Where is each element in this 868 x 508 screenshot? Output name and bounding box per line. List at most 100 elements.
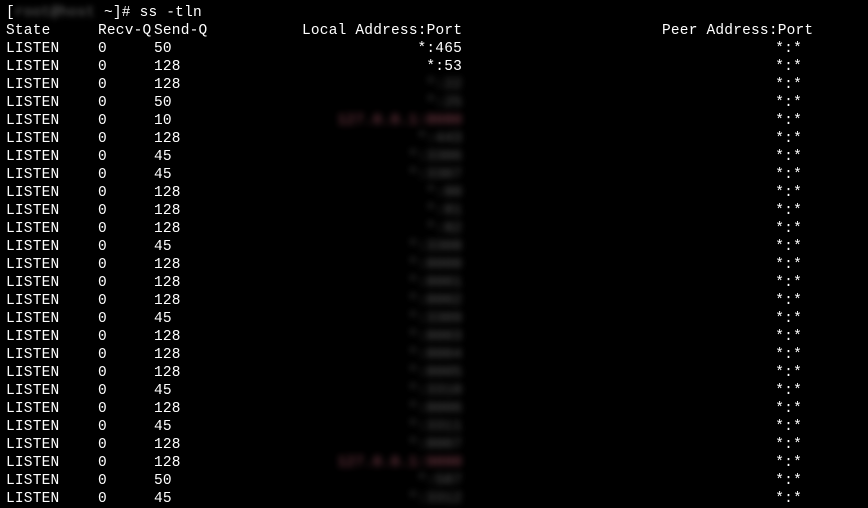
cell-recvq: 0	[98, 184, 154, 202]
cell-sendq: 45	[154, 310, 302, 328]
table-row: LISTEN0128*:81*:*	[6, 202, 862, 220]
cell-peer-address: *:*	[662, 382, 802, 400]
cell-recvq: 0	[98, 202, 154, 220]
cell-recvq: 0	[98, 112, 154, 130]
header-sendq: Send-Q	[154, 22, 302, 40]
cell-recvq: 0	[98, 76, 154, 94]
cell-recvq: 0	[98, 490, 154, 508]
table-row: LISTEN0128*:8000*:*	[6, 256, 862, 274]
cell-state: LISTEN	[6, 76, 98, 94]
cell-state: LISTEN	[6, 292, 98, 310]
cell-sendq: 50	[154, 40, 302, 58]
cell-sendq: 10	[154, 112, 302, 130]
cell-state: LISTEN	[6, 310, 98, 328]
table-row: LISTEN050*:25*:*	[6, 94, 862, 112]
table-row: LISTEN010127.0.0.1:8080 *:*	[6, 112, 862, 130]
cell-sendq: 128	[154, 274, 302, 292]
cell-local-address: *:82	[302, 220, 462, 238]
cell-recvq: 0	[98, 40, 154, 58]
table-row: LISTEN050*:465*:*	[6, 40, 862, 58]
table-row: LISTEN0128*:8007*:*	[6, 436, 862, 454]
cell-state: LISTEN	[6, 202, 98, 220]
cell-local-address: *:8005	[302, 364, 462, 382]
cell-peer-address: *:*	[662, 184, 802, 202]
cell-state: LISTEN	[6, 364, 98, 382]
cell-state: LISTEN	[6, 346, 98, 364]
cell-local-address: *:8002	[302, 292, 462, 310]
cell-state: LISTEN	[6, 94, 98, 112]
table-row: LISTEN045*:3306*:*	[6, 148, 862, 166]
cell-peer-address: *:*	[662, 346, 802, 364]
cell-peer-address: *:*	[662, 220, 802, 238]
cell-local-address: 127.0.0.1:8080	[302, 112, 462, 130]
table-row: LISTEN045*:3312*:*	[6, 490, 862, 508]
cell-state: LISTEN	[6, 274, 98, 292]
header-state: State	[6, 22, 98, 40]
cell-sendq: 128	[154, 400, 302, 418]
cell-peer-address: *:*	[662, 130, 802, 148]
cell-recvq: 0	[98, 436, 154, 454]
cell-recvq: 0	[98, 454, 154, 472]
cell-recvq: 0	[98, 346, 154, 364]
cell-recvq: 0	[98, 58, 154, 76]
cell-state: LISTEN	[6, 472, 98, 490]
cell-peer-address: *:*	[662, 166, 802, 184]
cell-recvq: 0	[98, 166, 154, 184]
cell-sendq: 128	[154, 220, 302, 238]
cell-sendq: 128	[154, 346, 302, 364]
table-row: LISTEN0128*:8006*:*	[6, 400, 862, 418]
cell-local-address: *:8001	[302, 274, 462, 292]
cell-recvq: 0	[98, 148, 154, 166]
cell-local-address: *:3311	[302, 418, 462, 436]
cell-state: LISTEN	[6, 166, 98, 184]
cell-peer-address: *:*	[662, 94, 802, 112]
cell-recvq: 0	[98, 220, 154, 238]
cell-recvq: 0	[98, 256, 154, 274]
cell-sendq: 128	[154, 328, 302, 346]
cell-peer-address: *:*	[662, 148, 802, 166]
cell-sendq: 128	[154, 58, 302, 76]
cell-state: LISTEN	[6, 382, 98, 400]
table-row: LISTEN0128*:82 *:*	[6, 220, 862, 238]
cell-peer-address: *:*	[662, 58, 802, 76]
cell-local-address: *:8003	[302, 328, 462, 346]
cell-recvq: 0	[98, 400, 154, 418]
cell-peer-address: *:*	[662, 112, 802, 130]
cell-state: LISTEN	[6, 238, 98, 256]
cell-sendq: 50	[154, 94, 302, 112]
table-row: LISTEN0128*:8002*:*	[6, 292, 862, 310]
cell-local-address: *:22	[302, 76, 462, 94]
cell-sendq: 50	[154, 472, 302, 490]
cell-recvq: 0	[98, 472, 154, 490]
cell-state: LISTEN	[6, 130, 98, 148]
cell-local-address: *:8006	[302, 400, 462, 418]
cell-peer-address: *:*	[662, 400, 802, 418]
prompt-symbol: ]#	[113, 5, 131, 21]
cell-recvq: 0	[98, 310, 154, 328]
cell-local-address: *:3308	[302, 238, 462, 256]
cell-local-address: *:81	[302, 202, 462, 220]
table-row: LISTEN045*:3310*:*	[6, 382, 862, 400]
table-row: LISTEN0128*:8003*:*	[6, 328, 862, 346]
cell-sendq: 128	[154, 202, 302, 220]
cell-local-address: *:3307	[302, 166, 462, 184]
cell-peer-address: *:*	[662, 274, 802, 292]
cell-state: LISTEN	[6, 40, 98, 58]
cell-peer-address: *:*	[662, 472, 802, 490]
cell-state: LISTEN	[6, 256, 98, 274]
table-row: LISTEN045*:3307*:*	[6, 166, 862, 184]
cell-local-address: *:25	[302, 94, 462, 112]
cell-recvq: 0	[98, 130, 154, 148]
header-local: Local Address:Port	[302, 22, 462, 40]
cell-peer-address: *:*	[662, 292, 802, 310]
cell-state: LISTEN	[6, 436, 98, 454]
cell-state: LISTEN	[6, 58, 98, 76]
table-row: LISTEN050*:587*:*	[6, 472, 862, 490]
cell-sendq: 128	[154, 292, 302, 310]
cell-local-address: *:465	[302, 40, 462, 58]
cell-state: LISTEN	[6, 220, 98, 238]
header-peer: Peer Address:Port	[662, 22, 802, 40]
table-row: LISTEN0128*:53*:*	[6, 58, 862, 76]
cell-peer-address: *:*	[662, 328, 802, 346]
cell-state: LISTEN	[6, 112, 98, 130]
